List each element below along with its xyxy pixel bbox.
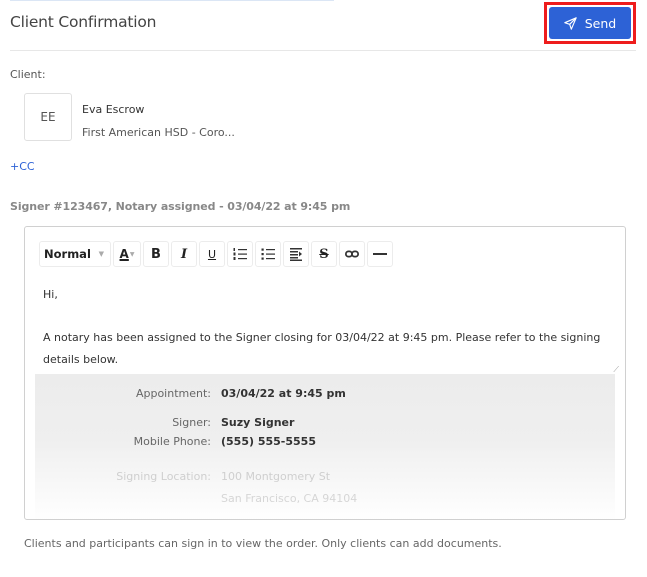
header: Client Confirmation Send [0,0,647,51]
detail-row-location: Signing Location: 100 Montgomery St [35,470,615,486]
location-line1: 100 Montgomery St [221,470,331,483]
horizontal-rule-icon [373,253,387,255]
detail-row-phone: Mobile Phone: (555) 555-5555 [35,435,615,451]
send-button[interactable]: Send [549,7,631,39]
location-line2: San Francisco, CA 94104 [221,492,358,505]
indent-icon [290,248,302,261]
detail-row-location-2: San Francisco, CA 94104 [35,492,615,508]
location-label: Signing Location: [116,470,211,483]
detail-row-signer: Signer: Suzy Signer [35,416,615,432]
detail-row-appointment: Appointment: 03/04/22 at 9:45 pm [35,387,615,403]
italic-icon: I [180,246,188,262]
bullet-list-icon [261,248,275,260]
chevron-down-icon: ▼ [129,250,135,258]
client-avatar: EE [24,93,72,141]
message-editor[interactable]: Normal ▼ A ▼ B I U S Hi, A notary has be… [24,226,626,520]
underline-button[interactable]: U [199,241,225,267]
add-cc-link[interactable]: +CC [10,160,35,173]
horizontal-rule-button[interactable] [367,241,393,267]
message-greeting: Hi, [43,288,58,301]
link-button[interactable] [339,241,365,267]
bold-button[interactable]: B [143,241,169,267]
indent-button[interactable] [283,241,309,267]
client-name: Eva Escrow [82,103,145,116]
underline-icon: U [207,247,217,261]
signer-value: Suzy Signer [221,416,295,429]
signing-details: Appointment: 03/04/22 at 9:45 pm Signer:… [35,374,615,519]
paper-plane-icon [563,16,577,30]
page-title: Client Confirmation [10,13,157,31]
client-initials: EE [40,110,56,124]
signer-label: Signer: [172,416,211,429]
bold-icon: B [151,246,161,262]
phone-value: (555) 555-5555 [221,435,316,448]
header-divider [10,50,636,51]
signer-heading: Signer #123467, Notary assigned - 03/04/… [10,200,351,213]
text-color-button[interactable]: A ▼ [113,241,141,267]
footer-note: Clients and participants can sign in to … [24,537,502,550]
ordered-list-icon [233,248,247,260]
format-select[interactable]: Normal ▼ [39,241,111,267]
message-body: A notary has been assigned to the Signer… [43,331,601,366]
client-company: First American HSD - Coro... [82,126,235,139]
text-color-icon: A [119,247,129,261]
appointment-label: Appointment: [135,387,211,400]
send-button-label: Send [584,15,617,31]
bullet-list-button[interactable] [255,241,281,267]
appointment-value: 03/04/22 at 9:45 pm [221,387,346,400]
italic-button[interactable]: I [171,241,197,267]
strikethrough-icon: S [319,246,329,262]
link-icon [345,250,359,258]
phone-label: Mobile Phone: [133,435,211,448]
editor-toolbar: Normal ▼ A ▼ B I U S [39,241,393,267]
client-label: Client: [10,68,46,81]
ordered-list-button[interactable] [227,241,253,267]
strikethrough-button[interactable]: S [311,241,337,267]
chevron-down-icon: ▼ [98,250,104,258]
format-select-value: Normal [44,247,91,261]
